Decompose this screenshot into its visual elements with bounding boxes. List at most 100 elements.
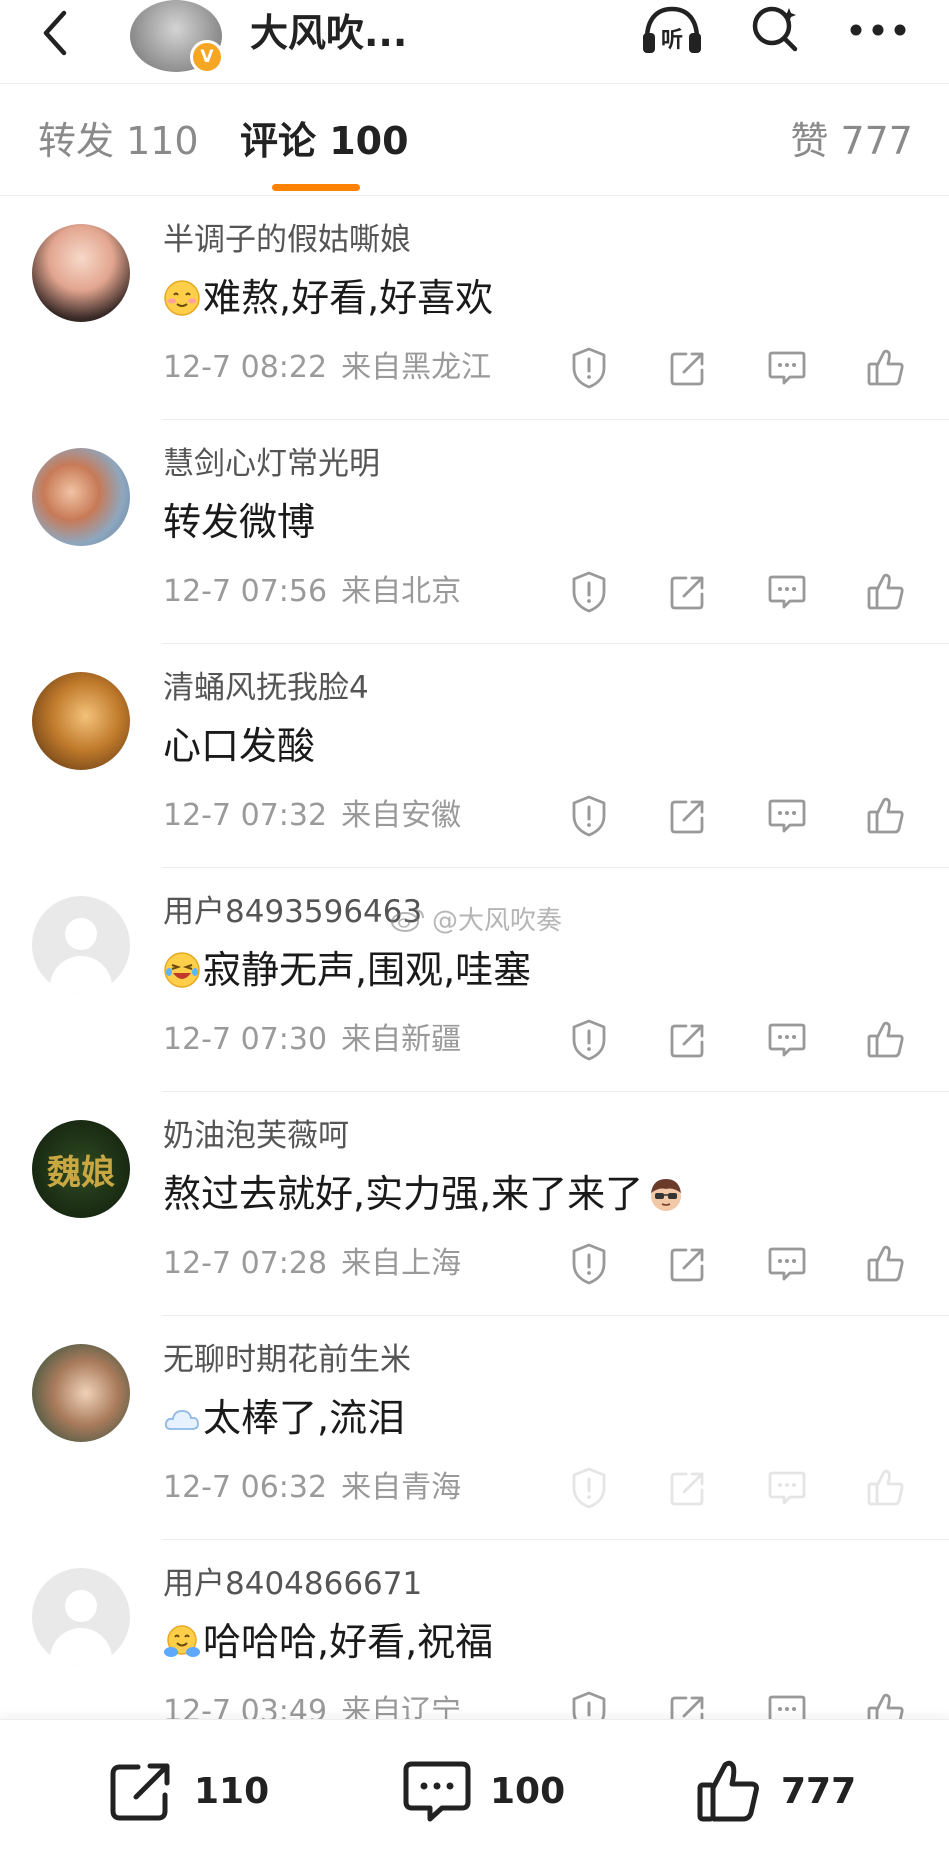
report-button[interactable] [563,1462,615,1514]
cloud-emoji-icon [164,1410,199,1430]
reply-button[interactable] [761,566,813,618]
report-button[interactable] [563,342,615,394]
comment-body: 心口发酸 [163,724,316,768]
report-button[interactable] [563,790,615,842]
avatar-calligraphy: 魏娘 [47,1152,115,1193]
share-button[interactable] [662,1014,714,1066]
laugh-cry-emoji-icon [164,952,200,988]
comment-date: 12-7 03:49 [163,1694,328,1719]
top-nav-bar: V 大风吹... 听 [0,0,949,84]
commenter-avatar[interactable] [32,448,130,546]
comment-date: 12-7 08:22 [163,350,328,385]
like-button[interactable] [860,1686,912,1719]
smile-emoji-icon [164,280,200,316]
commenter-name[interactable]: 半调子的假姑嘶娘 [163,220,411,260]
default-avatar[interactable] [32,896,130,994]
share-button[interactable] [662,1238,714,1290]
share-button[interactable] [662,790,714,842]
comment-location: 来自新疆 [341,1022,462,1057]
commenter-name[interactable]: 慧剑心灯常光明 [163,444,380,484]
share-button[interactable] [662,1686,714,1719]
thumbs-up-icon [867,349,904,386]
like-button[interactable] [860,1014,912,1066]
listen-label: 听 [661,28,683,53]
search-icon [752,6,798,52]
share-button[interactable] [662,566,714,618]
like-button[interactable] [860,790,912,842]
report-button[interactable] [563,1238,615,1290]
comment-item[interactable]: 用户8404866671 哈哈哈,好看,祝福 12-7 03:49 来自辽宁 [0,1540,949,1719]
like-button[interactable] [860,1238,912,1290]
comment-location: 来自安徽 [341,798,462,833]
reply-button[interactable] [761,1238,813,1290]
comment-body: 熬过去就好,实力强,来了来了 [163,1172,644,1216]
commenter-name[interactable]: 用户8493596463 [163,892,422,932]
blogger-name[interactable]: 大风吹... [250,8,407,58]
weibo-watermark: @大风吹奏 [390,900,562,937]
more-button[interactable] [842,0,914,60]
commenter-name[interactable]: 无聊时期花前生米 [163,1340,411,1380]
commenter-avatar[interactable] [32,672,130,770]
default-avatar[interactable] [32,1568,130,1666]
reply-button[interactable] [761,342,813,394]
comment-item[interactable]: 慧剑心灯常光明 转发微博 12-7 07:56 来自北京 [0,420,949,644]
comment-location: 来自北京 [341,574,462,609]
share-icon [670,1696,704,1719]
active-tab-indicator [272,184,360,191]
comment-item[interactable]: 魏娘 奶油泡芙薇呵 熬过去就好,实力强,来了来了 12-7 07:28 来自上海 [0,1092,949,1316]
repost-button[interactable]: 110 [108,1756,269,1826]
search-button[interactable] [740,0,812,60]
comment-item[interactable]: 清蛹风抚我脸4 心口发酸 12-7 07:32 来自安徽 [0,644,949,868]
share-button[interactable] [662,342,714,394]
comment-item[interactable]: 无聊时期花前生米 太棒了,流泪 12-7 06:32 来自青海 [0,1316,949,1540]
thumbs-up-icon [867,1245,904,1282]
repost-icon [110,1763,170,1821]
comment-location: 来自辽宁 [341,1694,462,1719]
reply-icon [768,799,806,833]
report-button[interactable] [563,1686,615,1719]
comment-count: 100 [490,1770,566,1812]
shield-report-icon [572,347,606,389]
tab-repost[interactable]: 转发 110 [38,116,199,166]
comment-body: 太棒了,流泪 [203,1396,406,1440]
listen-icon: 听 [643,6,701,53]
watermark-text: @大风吹奏 [432,906,563,936]
like-post-button[interactable]: 777 [695,1756,856,1826]
blogger-avatar[interactable]: V [130,0,224,74]
share-icon [670,352,704,386]
comment-date: 12-7 07:28 [163,1246,328,1281]
reply-button[interactable] [761,1462,813,1514]
commenter-name[interactable]: 清蛹风抚我脸4 [163,668,369,708]
like-button[interactable] [860,566,912,618]
comment-bubble-icon [403,1761,471,1822]
thumbs-up-icon [867,1469,904,1506]
comment-date: 12-7 07:32 [163,798,328,833]
tab-comments[interactable]: 评论 100 [240,116,409,166]
like-button[interactable] [860,1462,912,1514]
comment-button[interactable]: 100 [402,1756,949,1826]
listen-button[interactable]: 听 [636,0,708,60]
report-button[interactable] [563,1014,615,1066]
commenter-avatar[interactable]: 魏娘 [32,1120,130,1218]
comment-body: 哈哈哈,好看,祝福 [203,1620,494,1664]
shield-report-icon [572,1243,606,1285]
like-button[interactable] [860,342,912,394]
comment-meta: 12-7 03:49 来自辽宁 [163,1692,461,1719]
reply-button[interactable] [761,790,813,842]
commenter-avatar[interactable] [32,1344,130,1442]
comment-text: 转发微博 [163,496,315,548]
tab-likes[interactable]: 赞 777 [790,116,913,166]
back-icon [43,10,67,56]
thumbs-up-icon [697,1760,759,1822]
commenter-name[interactable]: 用户8404866671 [163,1564,422,1604]
comment-item[interactable]: 半调子的假姑嘶娘 难熬,好看,好喜欢 12-7 08:22 来自黑龙江 [0,196,949,420]
commenter-avatar[interactable] [32,224,130,322]
commenter-name[interactable]: 奶油泡芙薇呵 [163,1116,349,1156]
back-button[interactable] [28,6,82,60]
reply-button[interactable] [761,1014,813,1066]
reply-button[interactable] [761,1686,813,1719]
report-button[interactable] [563,566,615,618]
comment-text: 寂静无声,围观,哇塞 [163,944,531,996]
comment-list[interactable]: 半调子的假姑嘶娘 难熬,好看,好喜欢 12-7 08:22 来自黑龙江 慧剑心灯… [0,196,949,1719]
share-button[interactable] [662,1462,714,1514]
